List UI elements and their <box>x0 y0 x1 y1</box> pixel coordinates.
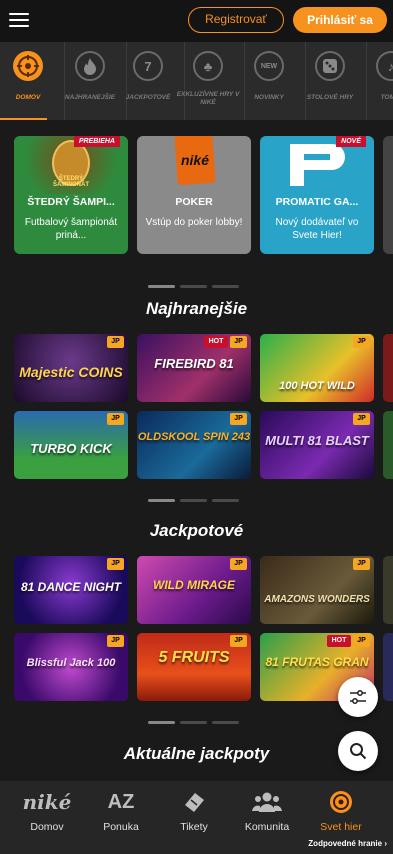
promo-card-peek[interactable] <box>383 136 393 254</box>
status-badge: PREBIEHA <box>73 136 120 147</box>
promo-card[interactable]: NOVÉ PROMATIC GA... Nový dodávateľ vo Sv… <box>260 136 374 254</box>
app-header: Registrovať Prihlásiť sa <box>0 0 393 42</box>
ticket-icon <box>155 789 233 815</box>
filter-button[interactable] <box>338 677 378 717</box>
nav-tikety[interactable]: Tikety <box>155 781 233 836</box>
seven-icon: 7 <box>133 51 163 81</box>
carousel-indicator <box>148 275 244 288</box>
promo-description: Vstúp do poker lobby! <box>145 217 243 228</box>
game-tile[interactable]: OLDSKOOL SPIN 243 JP <box>137 411 251 479</box>
fire-icon <box>75 51 105 81</box>
game-tile[interactable]: 81 DANCE NIGHT JP <box>14 556 128 624</box>
promo-title: ŠTEDRÝ ŠAMPI... <box>27 196 115 208</box>
game-title: 81 DANCE NIGHT <box>20 580 121 594</box>
login-button[interactable]: Prihlásiť sa <box>293 7 387 33</box>
clover-icon: ♣ <box>193 51 223 81</box>
jackpot-badge: JP <box>230 635 247 647</box>
nav-label: Tikety <box>180 821 208 833</box>
promo-description: Nový dodávateľ vo Svete Hier! <box>275 217 359 241</box>
jackpot-badge: JP <box>230 413 247 425</box>
jackpot-badge: JP <box>107 336 124 348</box>
jackpot-badge: JP <box>230 336 247 348</box>
nike-logo: niké <box>180 152 209 168</box>
nav-domov[interactable]: niké Domov <box>8 781 86 836</box>
register-button[interactable]: Registrovať <box>188 7 284 33</box>
dice-icon <box>315 51 345 81</box>
jackpot-badge: JP <box>107 558 124 570</box>
category-tom[interactable]: ♪ TOM H <box>354 42 393 120</box>
search-button[interactable] <box>338 731 378 771</box>
bottom-navigation: niké Domov AZ Ponuka Tikety Komunita Sve… <box>0 781 393 854</box>
game-tile-peek[interactable] <box>383 633 393 701</box>
az-icon: AZ <box>107 790 135 813</box>
chevron-right-icon: › <box>384 839 387 848</box>
game-title: OLDSKOOL SPIN 243 <box>137 431 251 443</box>
game-tile[interactable]: FIREBIRD 81 HOT JP <box>137 334 251 402</box>
nav-svet-hier[interactable]: Svet hier <box>302 781 380 836</box>
other-icon: ♪ <box>376 51 393 81</box>
game-tile[interactable]: MULTI 81 BLAST JP <box>260 411 374 479</box>
game-title: 81 FRUTAS GRAN <box>265 655 369 669</box>
carousel-indicator <box>148 489 244 502</box>
jackpot-badge: JP <box>353 413 370 425</box>
jackpot-badge: JP <box>230 558 247 570</box>
promo-card[interactable]: ŠTEDRÝ ŠAMPIONÁT PREBIEHA ŠTEDRÝ ŠAMPI..… <box>14 136 128 254</box>
game-tile[interactable]: 100 HOT WILD JP <box>260 334 374 402</box>
promo-card[interactable]: niké POKER Vstúp do poker lobby! <box>137 136 251 254</box>
nav-komunita[interactable]: Komunita <box>228 781 306 836</box>
community-icon <box>228 789 306 815</box>
section-title: Jackpotové <box>149 521 244 540</box>
game-tile[interactable]: 5 FRUITS JP <box>137 633 251 701</box>
promo-art: niké <box>137 136 251 194</box>
game-tile[interactable]: TURBO KICK JP <box>14 411 128 479</box>
nav-ponuka[interactable]: AZ Ponuka <box>82 781 160 836</box>
hot-badge: HOT <box>204 336 228 348</box>
game-tile[interactable]: Blissful Jack 100 JP <box>14 633 128 701</box>
hot-badge: HOT <box>327 635 351 647</box>
section-title: Aktuálne jackpoty <box>123 744 270 763</box>
responsible-gaming-link[interactable]: Zodpovedné hranie › <box>308 839 387 848</box>
nav-label: Komunita <box>244 821 290 833</box>
game-title: Majestic COINS <box>19 364 123 380</box>
game-tile[interactable]: WILD MIRAGE JP <box>137 556 251 624</box>
game-title: WILD MIRAGE <box>153 578 235 592</box>
sliders-icon <box>350 690 366 704</box>
game-title: Blissful Jack 100 <box>26 657 116 669</box>
search-icon <box>350 743 367 760</box>
roulette-icon <box>13 51 43 81</box>
category-label: TOM H <box>380 94 393 101</box>
game-title: FIREBIRD 81 <box>154 356 234 371</box>
nav-label: Domov <box>30 821 64 833</box>
promo-title: POKER <box>175 196 213 208</box>
game-title: AMAZONS WONDERS <box>264 594 370 605</box>
nav-label: Ponuka <box>103 821 139 833</box>
category-strip: DOMOV NAJHRANEJŠIE 7 JACKPOTOVÉ ♣ EXKLUZ… <box>0 42 393 120</box>
carousel-indicator <box>148 711 244 724</box>
nav-label: Svet hier <box>320 821 362 833</box>
game-title: 5 FRUITS <box>158 649 230 666</box>
section-title: Najhranejšie <box>145 299 248 318</box>
promo-art-label: ŠTEDRÝ ŠAMPIONÁT <box>53 176 89 188</box>
game-tile[interactable]: AMAZONS WONDERS JP <box>260 556 374 624</box>
games-world-icon <box>302 789 380 815</box>
nike-logo-icon: niké <box>22 790 72 814</box>
game-title: MULTI 81 BLAST <box>265 433 369 448</box>
jackpot-badge: JP <box>353 336 370 348</box>
game-tile-peek[interactable] <box>383 556 393 624</box>
game-title: 100 HOT WILD <box>279 380 355 392</box>
jackpot-badge: JP <box>107 413 124 425</box>
hamburger-menu-icon[interactable] <box>9 13 29 29</box>
status-badge: NOVÉ <box>336 136 366 147</box>
game-tile-peek[interactable] <box>383 334 393 402</box>
jackpot-badge: JP <box>107 635 124 647</box>
responsible-gaming-label: Zodpovedné hranie <box>308 839 383 848</box>
jackpot-badge: JP <box>353 635 370 647</box>
jackpot-badge: JP <box>353 558 370 570</box>
promo-title: PROMATIC GA... <box>275 196 359 208</box>
game-tile[interactable]: Majestic COINS JP <box>14 334 128 402</box>
game-tile-peek[interactable] <box>383 411 393 479</box>
promo-description: Futbalový šampionát priná... <box>24 217 118 241</box>
new-icon: NEW <box>254 51 284 81</box>
game-title: TURBO KICK <box>30 441 112 456</box>
